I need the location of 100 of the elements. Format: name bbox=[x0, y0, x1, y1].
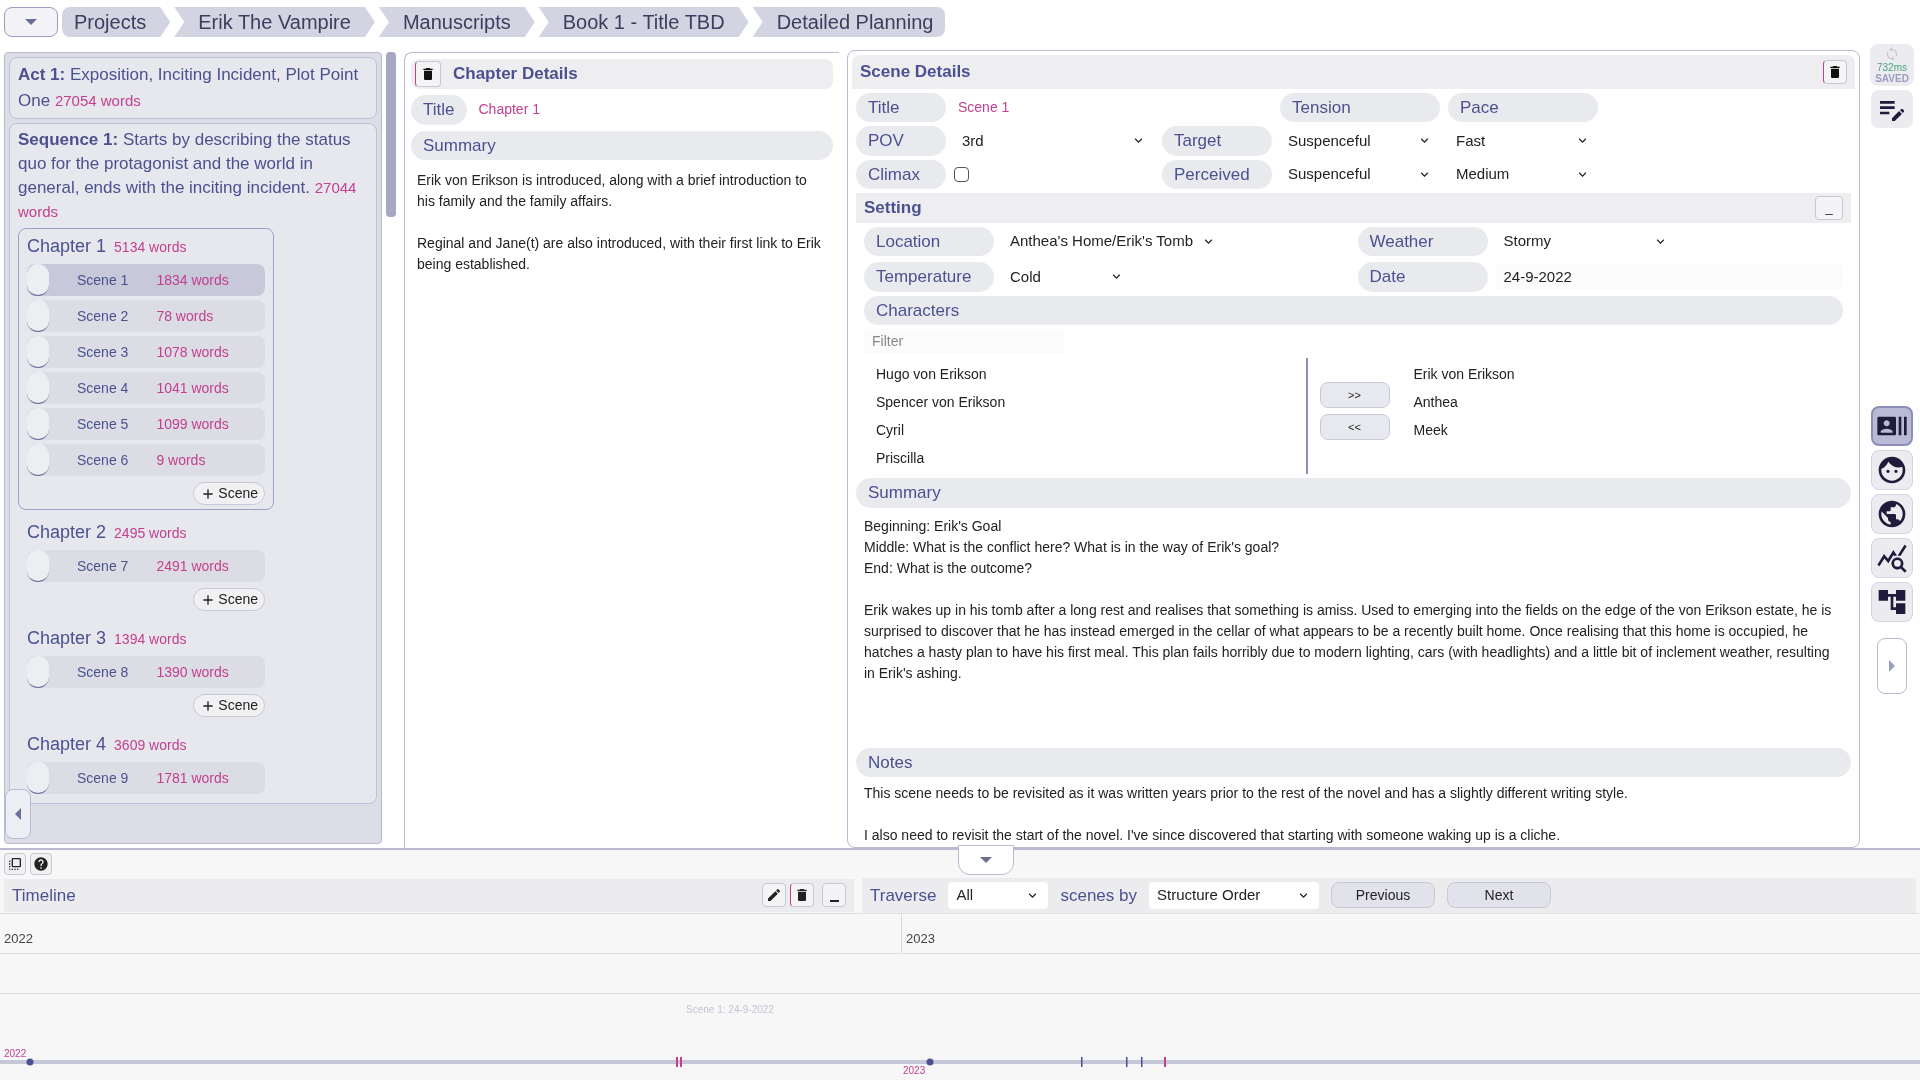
copy-icon bbox=[7, 856, 23, 872]
scene-item[interactable]: Scene 8 1390 words bbox=[27, 656, 265, 688]
act-description: Act 1: Exposition, Inciting Incident, Plot Point One 27054 words bbox=[18, 64, 360, 112]
year-label: 2022 bbox=[3, 930, 33, 948]
field-label: Perceived bbox=[1162, 159, 1272, 189]
filter-field[interactable]: Filter bbox=[864, 329, 1064, 354]
breadcrumb[interactable]: Projects bbox=[62, 7, 171, 37]
caret-down-icon bbox=[25, 19, 37, 25]
copy-button[interactable] bbox=[4, 853, 26, 875]
character-item[interactable]: Priscilla bbox=[876, 444, 1294, 472]
field-label: Climax bbox=[856, 159, 946, 189]
pencil-icon bbox=[766, 887, 782, 904]
chapter-title: Chapter 2 bbox=[27, 521, 107, 544]
chapter-title: Chapter 3 bbox=[27, 627, 107, 650]
scene-item[interactable]: Scene 4 1041 words bbox=[27, 372, 265, 404]
year-label: 2023 bbox=[905, 930, 935, 948]
date-field[interactable]: 24-9-2022 bbox=[1495, 263, 1843, 290]
trash-icon bbox=[1827, 63, 1843, 80]
tool-button[interactable] bbox=[1871, 406, 1913, 446]
sequence-card[interactable] bbox=[9, 123, 377, 804]
scene-item[interactable]: Scene 3 1078 words bbox=[27, 336, 265, 368]
remove-character-button[interactable]: << bbox=[1319, 414, 1390, 440]
breadcrumb[interactable]: Manuscripts bbox=[378, 7, 535, 37]
word-count: 1394 words bbox=[114, 630, 187, 649]
character-item[interactable]: Spencer von Erikson bbox=[876, 388, 1294, 416]
chart-search-icon bbox=[1876, 542, 1908, 574]
help-button[interactable] bbox=[30, 853, 52, 875]
section-heading: Setting bbox=[864, 197, 922, 219]
field-label: POV bbox=[856, 126, 946, 156]
trash-icon bbox=[794, 887, 810, 904]
field-label: Weather bbox=[1357, 226, 1488, 256]
collapse-button[interactable]: _ bbox=[1815, 195, 1843, 220]
scene-item[interactable]: Scene 1 1834 words bbox=[27, 264, 265, 296]
column-heading: Pace bbox=[1448, 92, 1598, 122]
notes-tool-button[interactable] bbox=[1871, 90, 1913, 128]
face-icon bbox=[1876, 454, 1908, 486]
collapse-panel-button[interactable] bbox=[5, 789, 31, 839]
scene-item[interactable]: Scene 6 9 words bbox=[27, 444, 265, 476]
word-count: 3609 words bbox=[114, 736, 187, 755]
character-item[interactable]: Erik von Erikson bbox=[1413, 360, 1831, 388]
delete-button[interactable] bbox=[1823, 59, 1847, 84]
scene-item[interactable]: Scene 2 78 words bbox=[27, 300, 265, 332]
word-count: 2495 words bbox=[114, 524, 187, 543]
chapter-title: Chapter 1 bbox=[27, 235, 107, 258]
character-item[interactable]: Hugo von Erikson bbox=[876, 360, 1294, 388]
field-label: Location bbox=[864, 226, 994, 256]
previous-button[interactable]: Previous bbox=[1331, 882, 1435, 909]
section-heading: Notes bbox=[856, 747, 1851, 777]
breadcrumb[interactable]: Erik The Vampire bbox=[174, 7, 375, 37]
scene-item[interactable]: Scene 9 1781 words bbox=[27, 762, 265, 794]
sync-icon bbox=[1884, 46, 1900, 62]
order-select[interactable]: Structure Order bbox=[1149, 882, 1319, 909]
save-status: 732ms SAVED bbox=[1870, 44, 1914, 86]
column-heading: Tension bbox=[1280, 92, 1440, 122]
chapter-title: Chapter 4 bbox=[27, 733, 107, 756]
delete-button[interactable] bbox=[415, 61, 441, 87]
scene-item[interactable]: Scene 5 1099 words bbox=[27, 408, 265, 440]
year-label: 2022 bbox=[4, 1047, 27, 1061]
panel-heading: Scene Details bbox=[860, 61, 971, 83]
scenes-by-label: scenes by bbox=[1060, 884, 1137, 907]
field-label: Target bbox=[1162, 126, 1272, 156]
chapter-card[interactable]: Chapter 1 5134 words Scene 1 1834 words Scene 2 78 words Scene 3 1078 words Scene 4 1041 words Scene 5 1099 words Scene 6 9 words Scene bbox=[18, 228, 274, 510]
trash-icon bbox=[420, 66, 436, 82]
title-field[interactable]: Scene 1 bbox=[954, 96, 1154, 118]
section-heading: Characters bbox=[864, 295, 1843, 325]
scrollbar-thumb[interactable] bbox=[386, 52, 396, 217]
globe-icon bbox=[1876, 498, 1908, 530]
caret-down-icon bbox=[980, 857, 992, 863]
word-count: 5134 words bbox=[114, 238, 187, 257]
character-item[interactable]: Meek bbox=[1413, 416, 1831, 444]
act-card[interactable]: Act 1: Exposition, Inciting Incident, Plot Point One 27054 words bbox=[9, 57, 377, 119]
minimize-button[interactable] bbox=[822, 883, 846, 908]
panel-heading: Chapter Details bbox=[453, 63, 578, 86]
field-label: Temperature bbox=[864, 262, 994, 292]
scene-item[interactable]: Scene 7 2491 words bbox=[27, 550, 265, 582]
traverse-select[interactable]: All bbox=[948, 882, 1049, 909]
field-label: Title bbox=[856, 92, 946, 122]
field-label: Title bbox=[411, 95, 467, 125]
breadcrumb[interactable]: Book 1 - Title TBD bbox=[538, 7, 749, 37]
add-scene-button[interactable]: Scene bbox=[193, 588, 265, 611]
year-label: 2023 bbox=[903, 1064, 926, 1078]
field-label: Date bbox=[1357, 262, 1488, 292]
menu-dropdown-button[interactable] bbox=[4, 7, 58, 37]
climax-checkbox[interactable] bbox=[954, 166, 969, 182]
breadcrumb[interactable]: Detailed Planning bbox=[752, 7, 946, 37]
add-character-button[interactable]: >> bbox=[1319, 382, 1390, 408]
add-scene-button[interactable]: Scene bbox=[193, 694, 265, 717]
section-heading: Summary bbox=[856, 478, 1851, 508]
help-icon bbox=[33, 856, 49, 872]
traverse-label: Traverse bbox=[870, 884, 937, 907]
timeline-title: Timeline bbox=[12, 884, 77, 907]
delete-button[interactable] bbox=[790, 883, 814, 908]
add-scene-button[interactable]: Scene bbox=[193, 482, 265, 505]
sequence-description: Sequence 1: Starts by describing the status quo for the protagonist and the world in general, ends with the inciting incident. 27044 words bbox=[18, 129, 358, 222]
edit-button[interactable] bbox=[762, 883, 786, 908]
section-heading: Summary bbox=[411, 130, 833, 160]
character-item[interactable]: Cyril bbox=[876, 416, 1294, 444]
caret-right-icon bbox=[1889, 660, 1895, 672]
character-item[interactable]: Anthea bbox=[1413, 388, 1831, 416]
next-button[interactable]: Next bbox=[1447, 882, 1551, 909]
